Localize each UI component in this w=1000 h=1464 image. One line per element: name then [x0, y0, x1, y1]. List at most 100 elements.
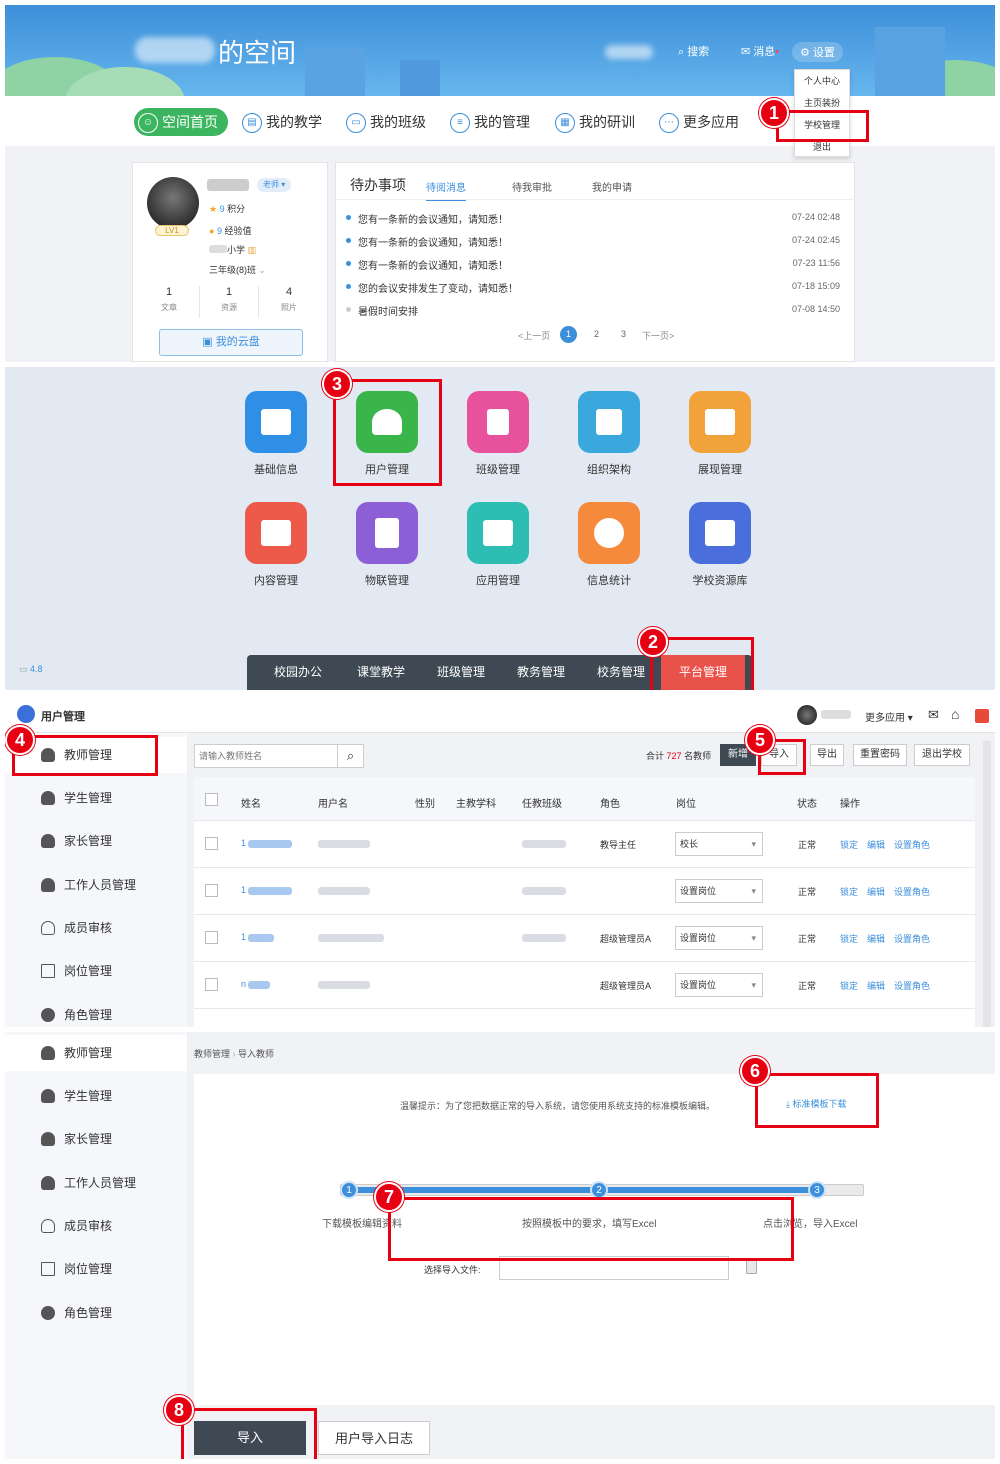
message-link[interactable]: ✉ 消息• — [741, 43, 779, 59]
sidebar-item-roles[interactable]: 角色管理 — [5, 997, 187, 1027]
app-content-management[interactable]: 内容管理 — [236, 502, 316, 588]
scrollbar[interactable] — [983, 741, 991, 1027]
tab-approve[interactable]: 待我审批 — [512, 179, 552, 194]
teacher-name[interactable]: n — [241, 979, 246, 989]
message-item[interactable]: 您有一条新的会议通知，请知悉！ — [346, 234, 508, 249]
pager-next[interactable]: 下一页> — [642, 329, 674, 342]
teacher-name[interactable]: 1 — [241, 838, 246, 848]
select-all-checkbox[interactable] — [205, 793, 218, 806]
mail-icon[interactable]: ✉ — [928, 707, 939, 723]
sidebar-item-students[interactable]: 学生管理 — [5, 780, 187, 816]
pager-page-2[interactable]: 2 — [594, 329, 599, 339]
app-statistics[interactable]: 信息统计 — [569, 502, 649, 588]
sidebar-item-staff[interactable]: 工作人员管理 — [5, 867, 187, 903]
app-display-management[interactable]: 展现管理 — [680, 391, 760, 477]
lock-link[interactable]: 锁定 — [840, 932, 858, 945]
tab-class-management[interactable]: 班级管理 — [421, 655, 501, 690]
table-row[interactable]: 1 设置岗位 正常 锁定 编辑 设置角色 — [194, 867, 975, 914]
nav-more-apps[interactable]: ⋯ 更多应用 — [659, 108, 739, 136]
app-application-management[interactable]: 应用管理 — [458, 502, 538, 588]
app-school-resources[interactable]: 学校资源库 — [680, 502, 760, 588]
row-checkbox[interactable] — [205, 837, 218, 850]
pager-page-1[interactable]: 1 — [560, 326, 577, 343]
pager-prev[interactable]: <上一页 — [518, 329, 550, 342]
reset-password-button[interactable]: 重置密码 — [853, 744, 907, 766]
sidebar-item-parents[interactable]: 家长管理 — [5, 823, 187, 859]
row-checkbox[interactable] — [205, 931, 218, 944]
settings-link[interactable]: ⚙ 设置 — [792, 42, 843, 62]
pager-page-3[interactable]: 3 — [621, 329, 626, 339]
sidebar-item-positions[interactable]: 岗位管理 — [5, 953, 187, 989]
app-org-structure[interactable]: 组织架构 — [569, 391, 649, 477]
lock-link[interactable]: 锁定 — [840, 885, 858, 898]
table-row[interactable]: n 超级管理员A 设置岗位 正常 锁定 编辑 设置角色 — [194, 961, 975, 1008]
teacher-name[interactable]: 1 — [241, 885, 246, 895]
edit-link[interactable]: 编辑 — [867, 885, 885, 898]
tab-campus-office[interactable]: 校园办公 — [255, 655, 341, 690]
stat-resources[interactable]: 1 资源 — [209, 286, 249, 313]
role-badge[interactable]: 老师 ▾ — [257, 178, 292, 192]
tab-school-affairs[interactable]: 校务管理 — [581, 655, 661, 690]
post-select[interactable]: 设置岗位 — [675, 879, 763, 903]
stat-articles[interactable]: 1 文章 — [149, 286, 189, 313]
search-input[interactable] — [195, 745, 335, 767]
edit-link[interactable]: 编辑 — [867, 932, 885, 945]
avatar[interactable] — [147, 177, 199, 229]
search-icon[interactable]: ⌕ — [337, 745, 363, 767]
message-item[interactable]: 您有一条新的会议通知，请知悉！ — [346, 257, 508, 272]
teacher-name[interactable]: 1 — [241, 932, 246, 942]
breadcrumb-item[interactable]: 教师管理 — [194, 1049, 230, 1059]
table-row[interactable] — [194, 1008, 975, 1027]
chevron-down-icon[interactable]: ⌄ — [259, 265, 267, 275]
menu-personal-center[interactable]: 个人中心 — [795, 70, 849, 92]
search-link[interactable]: ⌕ 搜索 — [678, 43, 709, 59]
export-button[interactable]: 导出 — [810, 744, 844, 766]
app-class-management[interactable]: 班级管理 — [458, 391, 538, 477]
set-role-link[interactable]: 设置角色 — [894, 838, 930, 851]
message-item[interactable]: 暑假时间安排 — [346, 303, 418, 318]
more-apps-menu[interactable]: 更多应用 ▾ — [865, 709, 913, 724]
stat-photos[interactable]: 4 照片 — [269, 286, 309, 313]
import-log-button[interactable]: 用户导入日志 — [318, 1421, 430, 1455]
nav-my-class[interactable]: ▭ 我的班级 — [346, 108, 426, 136]
nav-space-home[interactable]: ☺ 空间首页 — [134, 108, 228, 136]
nav-my-training[interactable]: ▦ 我的研训 — [555, 108, 635, 136]
edit-link[interactable]: 编辑 — [867, 979, 885, 992]
sidebar-item-teachers[interactable]: 教师管理 — [5, 1035, 187, 1071]
app-iot-management[interactable]: 物联管理 — [347, 502, 427, 588]
nav-my-management[interactable]: ≡ 我的管理 — [450, 108, 530, 136]
set-role-link[interactable]: 设置角色 — [894, 979, 930, 992]
lock-link[interactable]: 锁定 — [840, 979, 858, 992]
nav-my-teaching[interactable]: ▤ 我的教学 — [242, 108, 322, 136]
post-select[interactable]: 设置岗位 — [675, 973, 763, 997]
app-basic-info[interactable]: 基础信息 — [236, 391, 316, 477]
cloud-disk-button[interactable]: ▣ 我的云盘 — [159, 329, 303, 356]
leave-school-button[interactable]: 退出学校 — [914, 744, 970, 766]
home-icon[interactable]: ⌂ — [951, 706, 959, 722]
sidebar-item-students[interactable]: 学生管理 — [5, 1078, 187, 1114]
message-item[interactable]: 您的会议安排发生了变动，请知悉！ — [346, 280, 518, 295]
row-checkbox[interactable] — [205, 978, 218, 991]
sidebar-item-roles[interactable]: 角色管理 — [5, 1295, 187, 1331]
sidebar-item-member-review[interactable]: 成员审核 — [5, 1208, 187, 1244]
sidebar-item-member-review[interactable]: 成员审核 — [5, 910, 187, 946]
avatar[interactable] — [797, 705, 817, 725]
edit-link[interactable]: 编辑 — [867, 838, 885, 851]
table-row[interactable]: 1 教导主任 校长 正常 锁定 编辑 设置角色 — [194, 820, 975, 867]
post-select[interactable]: 设置岗位 — [675, 926, 763, 950]
tab-unread[interactable]: 待阅消息 — [426, 179, 466, 201]
row-checkbox[interactable] — [205, 884, 218, 897]
sidebar-item-parents[interactable]: 家长管理 — [5, 1121, 187, 1157]
post-select[interactable]: 校长 — [675, 832, 763, 856]
tab-classroom[interactable]: 课堂教学 — [341, 655, 421, 690]
power-icon[interactable] — [975, 709, 989, 723]
sidebar-item-positions[interactable]: 岗位管理 — [5, 1251, 187, 1287]
message-item[interactable]: 您有一条新的会议通知，请知悉！ — [346, 211, 508, 226]
lock-link[interactable]: 锁定 — [840, 838, 858, 851]
set-role-link[interactable]: 设置角色 — [894, 932, 930, 945]
sidebar-item-staff[interactable]: 工作人员管理 — [5, 1165, 187, 1201]
tab-my-apply[interactable]: 我的申请 — [592, 179, 632, 194]
table-row[interactable]: 1 超级管理员A 设置岗位 正常 锁定 编辑 设置角色 — [194, 914, 975, 961]
tab-academic[interactable]: 教务管理 — [501, 655, 581, 690]
set-role-link[interactable]: 设置角色 — [894, 885, 930, 898]
